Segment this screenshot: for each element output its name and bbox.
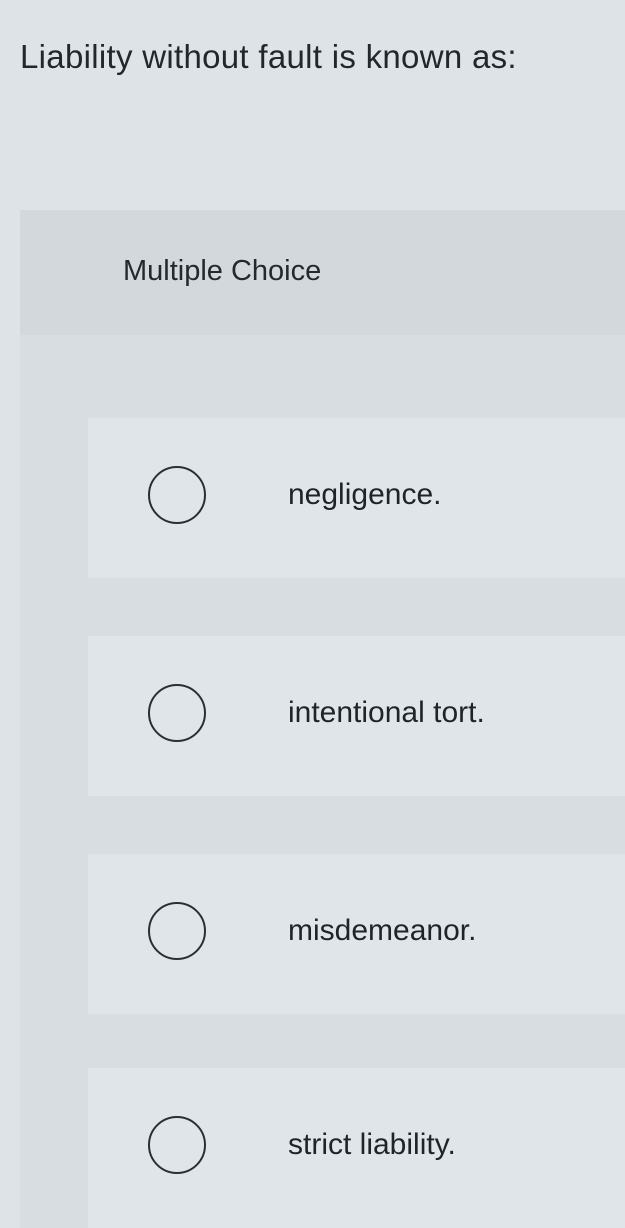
answer-option-intentional-tort[interactable]: intentional tort. [88, 636, 625, 796]
multiple-choice-header [20, 210, 625, 335]
answer-option-label: intentional tort. [288, 696, 485, 729]
multiple-choice-label: Multiple Choice [123, 255, 322, 287]
answer-option-misdemeanor[interactable]: misdemeanor. [88, 854, 625, 1014]
answer-option-label: negligence. [288, 478, 442, 511]
radio-button-icon[interactable] [148, 466, 206, 524]
radio-button-icon[interactable] [148, 902, 206, 960]
answer-option-label: misdemeanor. [288, 914, 477, 947]
radio-button-icon[interactable] [148, 1116, 206, 1174]
question-text: Liability without fault is known as: [20, 38, 517, 75]
answer-option-negligence[interactable]: negligence. [88, 418, 625, 578]
answer-option-label: strict liability. [288, 1128, 456, 1161]
answer-option-strict-liability[interactable]: strict liability. [88, 1068, 625, 1228]
radio-button-icon[interactable] [148, 684, 206, 742]
